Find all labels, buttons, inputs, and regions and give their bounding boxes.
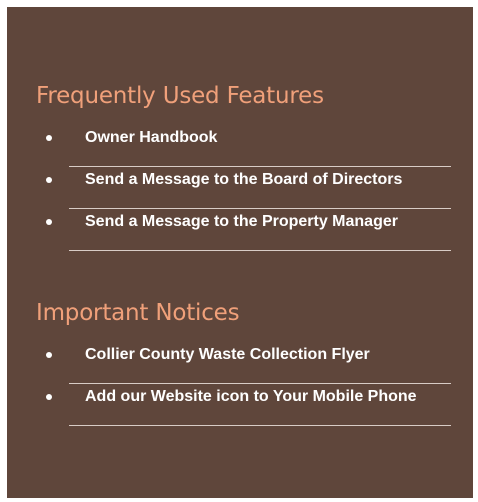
bullet-icon bbox=[46, 352, 52, 358]
list-item-message-board: Send a Message to the Board of Directors bbox=[46, 167, 451, 209]
list-item-waste-collection-flyer: Collier County Waste Collection Flyer bbox=[46, 342, 451, 384]
section-title-frequently-used-features: Frequently Used Features bbox=[36, 83, 324, 109]
message-board-of-directors-link[interactable]: Send a Message to the Board of Directors bbox=[85, 170, 402, 190]
frequently-used-features-list: Owner Handbook Send a Message to the Boa… bbox=[7, 125, 473, 251]
list-item-message-property-manager: Send a Message to the Property Manager bbox=[46, 209, 451, 251]
list-item-website-icon: Add our Website icon to Your Mobile Phon… bbox=[46, 384, 451, 426]
important-notices-list: Collier County Waste Collection Flyer Ad… bbox=[7, 342, 473, 426]
waste-collection-flyer-link[interactable]: Collier County Waste Collection Flyer bbox=[85, 345, 370, 365]
section-title-important-notices: Important Notices bbox=[36, 300, 240, 326]
message-property-manager-link[interactable]: Send a Message to the Property Manager bbox=[85, 212, 398, 232]
list-item-owner-handbook: Owner Handbook bbox=[46, 125, 451, 167]
bullet-icon bbox=[46, 135, 52, 141]
bullet-icon bbox=[46, 177, 52, 183]
bullet-icon bbox=[46, 219, 52, 225]
website-icon-mobile-link[interactable]: Add our Website icon to Your Mobile Phon… bbox=[85, 387, 417, 407]
bullet-icon bbox=[46, 394, 52, 400]
owner-handbook-link[interactable]: Owner Handbook bbox=[85, 128, 217, 148]
links-panel: Frequently Used Features Owner Handbook … bbox=[7, 7, 473, 498]
